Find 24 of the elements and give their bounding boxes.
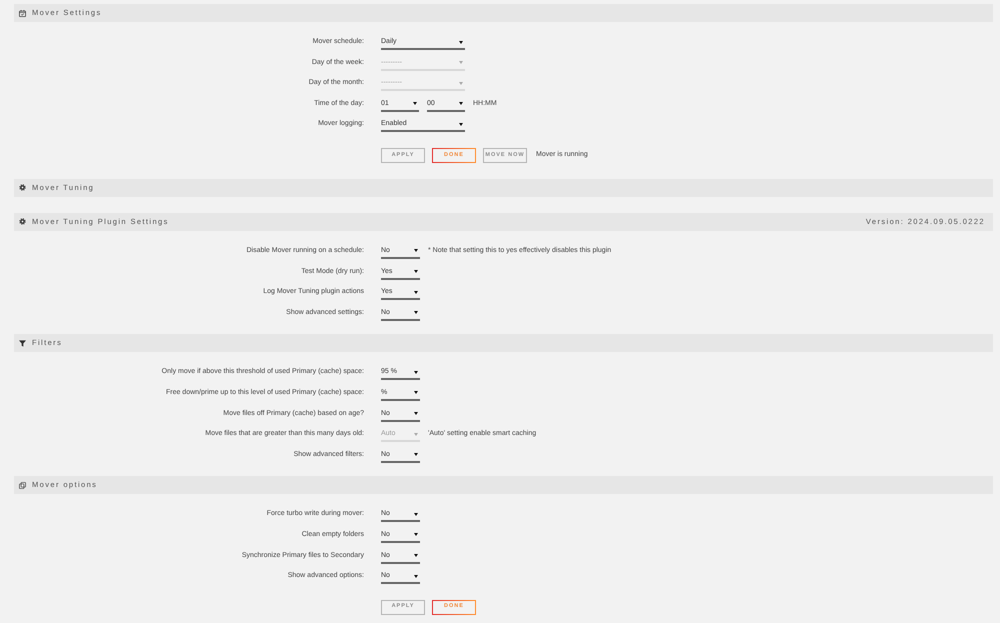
gear-icon xyxy=(19,218,26,226)
caret-icon xyxy=(459,82,463,85)
caret-icon xyxy=(414,533,418,536)
squares-icon xyxy=(19,482,26,489)
caret-icon xyxy=(414,574,418,578)
caret-icon xyxy=(414,554,418,557)
caret-icon xyxy=(414,370,418,374)
caret-icon xyxy=(459,61,463,64)
calendar-icon xyxy=(19,10,26,16)
caret-icon xyxy=(414,270,418,274)
caret-icon xyxy=(414,391,418,394)
caret-icon xyxy=(414,512,418,516)
caret-icon xyxy=(414,290,418,294)
caret-icon xyxy=(413,102,417,106)
caret-icon xyxy=(414,432,418,436)
caret-icon xyxy=(414,311,418,314)
caret-icon xyxy=(459,102,463,106)
caret-icon xyxy=(459,40,463,44)
caret-icon xyxy=(414,412,418,416)
caret-icon xyxy=(414,453,418,456)
caret-icon xyxy=(414,249,418,252)
caret-icon xyxy=(459,122,463,126)
gear-icon xyxy=(19,184,26,192)
filter-icon xyxy=(19,340,26,347)
